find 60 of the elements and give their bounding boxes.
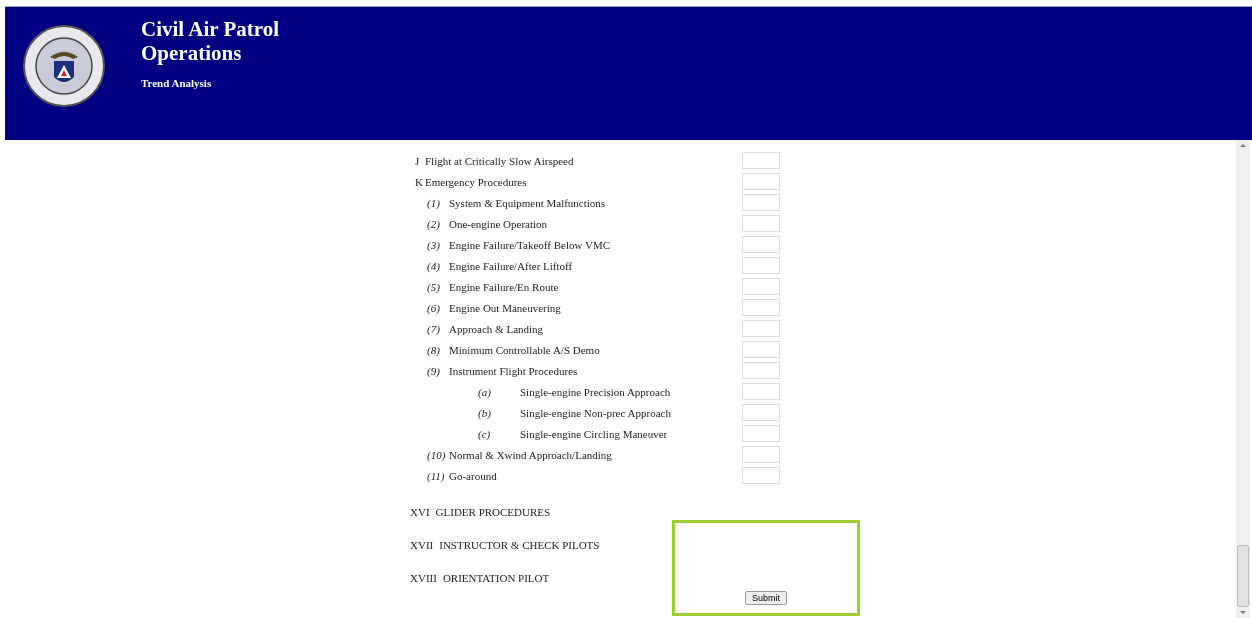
- item-marker: (b): [478, 406, 492, 419]
- rating-field[interactable]: [742, 425, 780, 442]
- section-title: GLIDER PROCEDURES: [435, 506, 551, 520]
- rating-field[interactable]: [742, 278, 780, 295]
- item-marker: (c): [478, 427, 492, 440]
- page-subtitle: Trend Analysis: [141, 77, 213, 89]
- section-numeral: XVII: [410, 539, 434, 553]
- item-marker: (5): [427, 280, 441, 293]
- rating-field[interactable]: [742, 173, 780, 190]
- item-marker: (10): [427, 448, 447, 461]
- item-label: Flight at Critically Slow Airspeed: [425, 154, 574, 167]
- rating-field[interactable]: [742, 383, 780, 400]
- rating-field[interactable]: [742, 215, 780, 232]
- item-label: Engine Failure/After Liftoff: [449, 259, 573, 272]
- item-label: Single-engine Precision Approach: [520, 385, 671, 398]
- item-label: Instrument Flight Procedures: [449, 364, 578, 377]
- item-marker: (8): [427, 343, 441, 356]
- item-label: Approach & Landing: [449, 322, 544, 335]
- page-title: Civil Air Patrol: [141, 17, 280, 41]
- item-marker: (1): [427, 196, 441, 209]
- item-label: Engine Failure/En Route: [449, 280, 559, 293]
- item-marker: J: [415, 154, 421, 167]
- rating-field[interactable]: [742, 299, 780, 316]
- rating-field[interactable]: [742, 467, 780, 484]
- page-title: Operations: [141, 41, 243, 65]
- rating-field[interactable]: [742, 236, 780, 253]
- item-label: Normal & Xwind Approach/Landing: [449, 448, 612, 461]
- emblem-icon: [23, 25, 105, 107]
- rating-field[interactable]: [742, 320, 780, 337]
- item-marker: (11): [427, 469, 446, 482]
- item-label: Minimum Controllable A/S Demo: [449, 343, 600, 356]
- section-numeral: XVI: [410, 506, 430, 520]
- rating-field[interactable]: [742, 446, 780, 463]
- item-marker: (3): [427, 238, 441, 251]
- section-title: INSTRUCTOR & CHECK PILOTS: [439, 539, 600, 553]
- item-label: Emergency Procedures: [425, 175, 527, 188]
- rating-field[interactable]: [742, 152, 780, 169]
- scrollbar[interactable]: [1236, 140, 1250, 618]
- item-marker: (7): [427, 322, 441, 335]
- rating-field[interactable]: [742, 404, 780, 421]
- item-label: Engine Out Maneuvering: [449, 301, 561, 314]
- item-label: One-engine Operation: [449, 217, 548, 230]
- rating-field[interactable]: [742, 362, 780, 379]
- item-label: Engine Failure/Takeoff Below VMC: [449, 238, 611, 251]
- rating-field[interactable]: [742, 194, 780, 211]
- section-numeral: XVIII: [410, 572, 437, 586]
- item-label: System & Equipment Malfunctions: [449, 196, 606, 209]
- item-marker: (2): [427, 217, 441, 230]
- item-marker: (9): [427, 364, 441, 377]
- item-marker: (6): [427, 301, 441, 314]
- section-title: ORIENTATION PILOT: [442, 572, 550, 586]
- item-marker: (a): [478, 385, 492, 398]
- item-label: Single-engine Circling Maneuver: [520, 427, 668, 440]
- rating-field[interactable]: [742, 341, 780, 358]
- item-marker: K: [415, 175, 424, 188]
- item-label: Single-engine Non-prec Approach: [520, 406, 671, 419]
- item-marker: (4): [427, 259, 441, 272]
- submit-button[interactable]: Submit: [745, 591, 787, 605]
- item-label: Go-around: [449, 469, 497, 482]
- rating-field[interactable]: [742, 257, 780, 274]
